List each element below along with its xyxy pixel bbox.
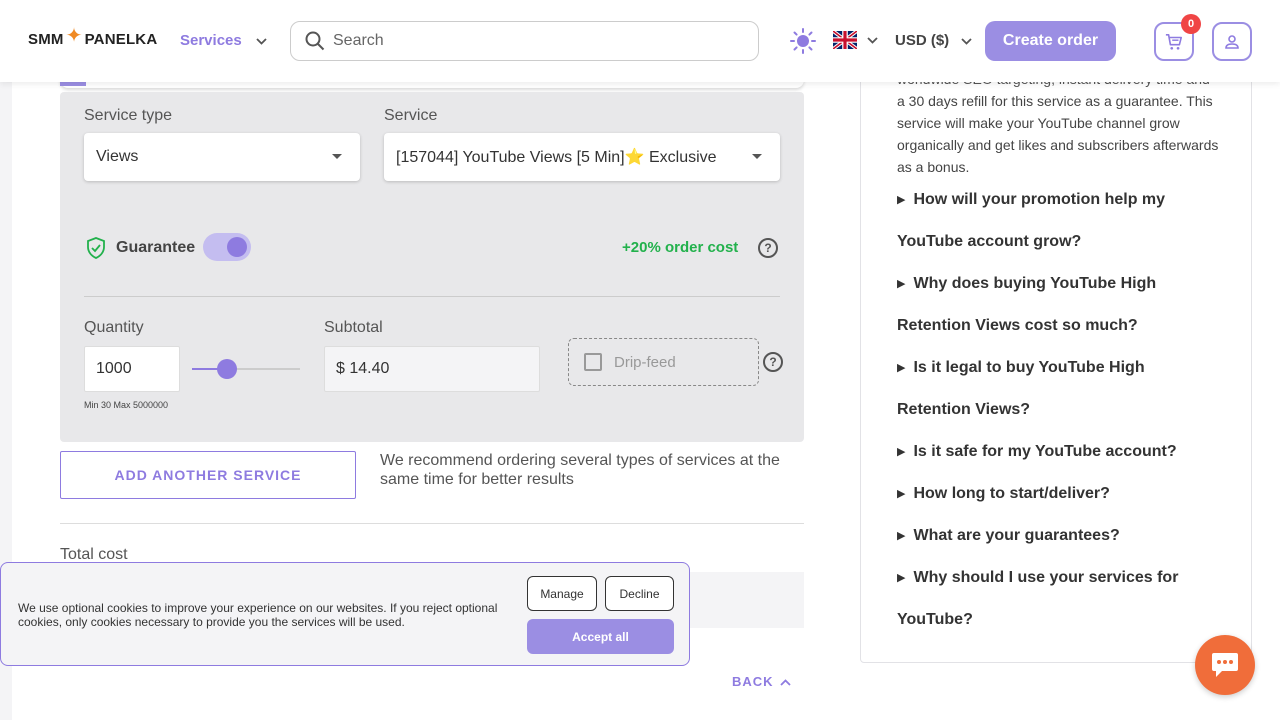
accept-all-cookies-button[interactable]: Accept all (527, 619, 674, 654)
faq-question: Is it safe for my YouTube account? (913, 443, 1177, 460)
create-order-button[interactable]: Create order (985, 21, 1116, 61)
service-label: Service (384, 107, 438, 124)
help-icon[interactable]: ? (758, 238, 778, 258)
faq-question: Why should I use your services for YouTu… (897, 569, 1179, 628)
dropdown-arrow-icon (752, 154, 762, 159)
help-icon[interactable]: ? (763, 352, 783, 372)
triangle-right-icon: ▶ (897, 194, 906, 206)
faq-item[interactable]: ▶ Is it legal to buy YouTube High Retenti… (897, 347, 1197, 431)
recommend-text: We recommend ordering several types of s… (380, 452, 780, 488)
faq-question: What are your guarantees? (913, 527, 1120, 544)
service-select[interactable]: [157044] YouTube Views [5 Min]⭐ Exclusiv… (384, 133, 780, 181)
chat-button[interactable] (1195, 635, 1255, 695)
uk-flag-icon[interactable] (831, 29, 859, 51)
faq-item[interactable]: ▶ What are your guarantees? (897, 515, 1197, 557)
sun-icon[interactable] (790, 28, 816, 59)
search-input[interactable] (333, 32, 733, 50)
nav-services-label: Services (180, 32, 242, 49)
cookie-banner: We use optional cookies to improve your … (0, 562, 690, 666)
guarantee-row: Guarantee (84, 236, 195, 260)
manage-cookies-button[interactable]: Manage (527, 576, 597, 611)
guarantee-cost: +20% order cost (622, 239, 739, 256)
header: SMM ✦ PANELKA Services Search USD ($) Cr… (0, 0, 1280, 82)
subtotal-label: Subtotal (324, 319, 383, 336)
back-label: BACK (732, 674, 774, 689)
search-icon (305, 31, 325, 51)
faq-question: How long to start/deliver? (913, 485, 1110, 502)
faq-question: Why does buying YouTube High Retention V… (897, 275, 1157, 334)
checkbox-icon (584, 353, 602, 371)
logo-text-left: SMM (28, 31, 64, 48)
cart-icon (1165, 33, 1183, 50)
user-account-button[interactable] (1212, 22, 1252, 61)
faq-item[interactable]: ▶ Is it safe for my YouTube account? (897, 431, 1197, 473)
dropdown-arrow-icon (332, 154, 342, 159)
faq-item[interactable]: ▶ How long to start/deliver? (897, 473, 1197, 515)
triangle-right-icon: ▶ (897, 572, 906, 584)
logo[interactable]: SMM ✦ PANELKA (28, 25, 158, 48)
triangle-right-icon: ▶ (897, 362, 906, 374)
dripfeed-label: Drip-feed (614, 353, 676, 371)
quantity-input[interactable]: 1000 (84, 346, 180, 392)
subtotal-value: $ 14.40 (324, 346, 540, 392)
faq-item[interactable]: ▶ Why does buying YouTube High Retention … (897, 263, 1197, 347)
cart-count-badge: 0 (1181, 14, 1201, 34)
back-link[interactable]: BACK (732, 674, 791, 689)
faq-item[interactable]: ▶ How will your promotion help my YouTube… (897, 179, 1197, 263)
cookie-text: We use optional cookies to improve your … (18, 601, 498, 629)
faq-question: Is it legal to buy YouTube High Retentio… (897, 359, 1145, 418)
triangle-right-icon: ▶ (897, 278, 906, 290)
logo-text-right: PANELKA (84, 31, 158, 48)
form-divider (84, 296, 780, 297)
guarantee-label: Guarantee (116, 239, 196, 256)
logo-star-icon: ✦ (65, 25, 83, 47)
faq-intro-text: a 30 days refill for this service as a g… (897, 93, 1219, 175)
service-type-select[interactable]: Views (84, 133, 360, 181)
service-value: [157044] YouTube Views [5 Min]⭐ Exclusiv… (396, 149, 717, 166)
faq-intro: worldwide SEO targeting, instant deliver… (897, 68, 1227, 178)
quantity-label: Quantity (84, 319, 144, 336)
quantity-slider-handle[interactable] (217, 359, 237, 379)
service-type-label: Service type (84, 107, 173, 124)
triangle-right-icon: ▶ (897, 530, 906, 542)
chevron-down-icon (961, 34, 972, 48)
quantity-limits: Min 30 Max 5000000 (84, 400, 169, 410)
nav-services-dropdown[interactable]: Services (180, 32, 267, 49)
chevron-up-icon (779, 675, 791, 689)
chevron-down-icon[interactable] (867, 33, 878, 47)
shield-icon (87, 237, 105, 259)
dripfeed-checkbox[interactable]: Drip-feed (568, 338, 759, 386)
chevron-down-icon (256, 34, 267, 48)
triangle-right-icon: ▶ (897, 446, 906, 458)
user-icon (1225, 34, 1239, 49)
service-type-value: Views (96, 148, 139, 165)
guarantee-toggle[interactable] (203, 233, 251, 261)
faq-question: How will your promotion help my YouTube … (897, 191, 1166, 250)
triangle-right-icon: ▶ (897, 488, 906, 500)
decline-cookies-button[interactable]: Decline (605, 576, 674, 611)
chat-icon (1212, 653, 1238, 677)
currency-dropdown[interactable]: USD ($) (895, 32, 972, 49)
add-another-service-button[interactable]: ADD ANOTHER SERVICE (60, 451, 356, 499)
currency-label: USD ($) (895, 32, 950, 49)
search-bar (290, 21, 759, 61)
toggle-knob (227, 237, 247, 257)
section-divider (60, 523, 804, 524)
faq-item[interactable]: ▶ Why should I use your services for YouT… (897, 557, 1197, 641)
